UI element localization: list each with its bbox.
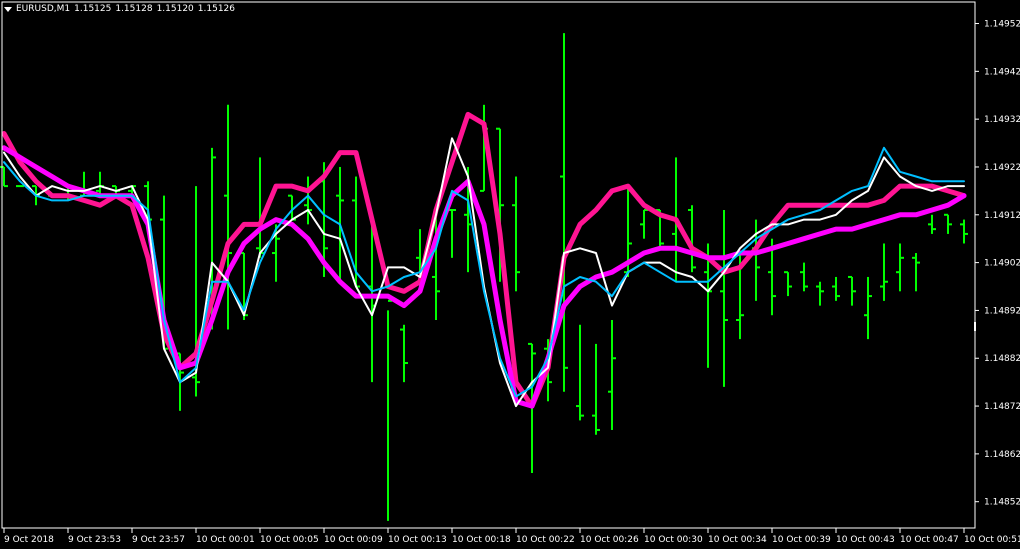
x-tick-label: 10 Oct 00:05 bbox=[260, 535, 319, 545]
x-tick-label: 9 Oct 23:53 bbox=[68, 535, 121, 545]
y-tick-label: 1.14952 bbox=[984, 20, 1020, 30]
dropdown-triangle-icon[interactable] bbox=[4, 6, 12, 12]
x-tick-label: 10 Oct 00:09 bbox=[324, 535, 383, 545]
x-tick-label: 9 Oct 23:57 bbox=[132, 535, 185, 545]
low-price: 1.15120 bbox=[156, 4, 194, 14]
x-tick-label: 10 Oct 00:26 bbox=[580, 535, 639, 545]
y-tick-label: 1.14882 bbox=[984, 354, 1020, 364]
symbol-header: EURUSD,M1 1.15125 1.15128 1.15120 1.1512… bbox=[4, 4, 235, 14]
x-tick-label: 10 Oct 00:30 bbox=[644, 535, 703, 545]
close-price: 1.15126 bbox=[197, 4, 235, 14]
symbol-name: EURUSD,M1 bbox=[16, 4, 71, 14]
y-tick-label: 1.14872 bbox=[984, 402, 1020, 412]
y-tick-label: 1.14902 bbox=[984, 259, 1020, 269]
x-tick-label: 10 Oct 00:39 bbox=[772, 535, 831, 545]
x-tick-label: 10 Oct 00:34 bbox=[708, 535, 767, 545]
x-tick-label: 10 Oct 00:47 bbox=[900, 535, 959, 545]
x-tick-label: 10 Oct 00:43 bbox=[836, 535, 895, 545]
y-tick-label: 1.14892 bbox=[984, 306, 1020, 316]
y-tick-label: 1.14912 bbox=[984, 211, 1020, 221]
y-tick-label: 1.14852 bbox=[984, 498, 1020, 508]
y-tick-label: 1.14942 bbox=[984, 67, 1020, 77]
open-price: 1.15125 bbox=[74, 4, 112, 14]
x-tick-label: 10 Oct 00:18 bbox=[452, 535, 511, 545]
x-tick-label: 10 Oct 00:01 bbox=[196, 535, 255, 545]
high-price: 1.15128 bbox=[115, 4, 153, 14]
x-tick-label: 9 Oct 2018 bbox=[4, 535, 54, 545]
x-tick-label: 10 Oct 00:13 bbox=[388, 535, 447, 545]
x-tick-label: 10 Oct 00:22 bbox=[516, 535, 575, 545]
y-tick-label: 1.14932 bbox=[984, 115, 1020, 125]
x-tick-label: 10 Oct 00:51 bbox=[964, 535, 1020, 545]
y-tick-label: 1.14862 bbox=[984, 450, 1020, 460]
y-tick-label: 1.14922 bbox=[984, 163, 1020, 173]
price-chart[interactable]: 1.14952 1.14942 1.14932 1.14922 1.14912 1.149… bbox=[0, 0, 1020, 549]
